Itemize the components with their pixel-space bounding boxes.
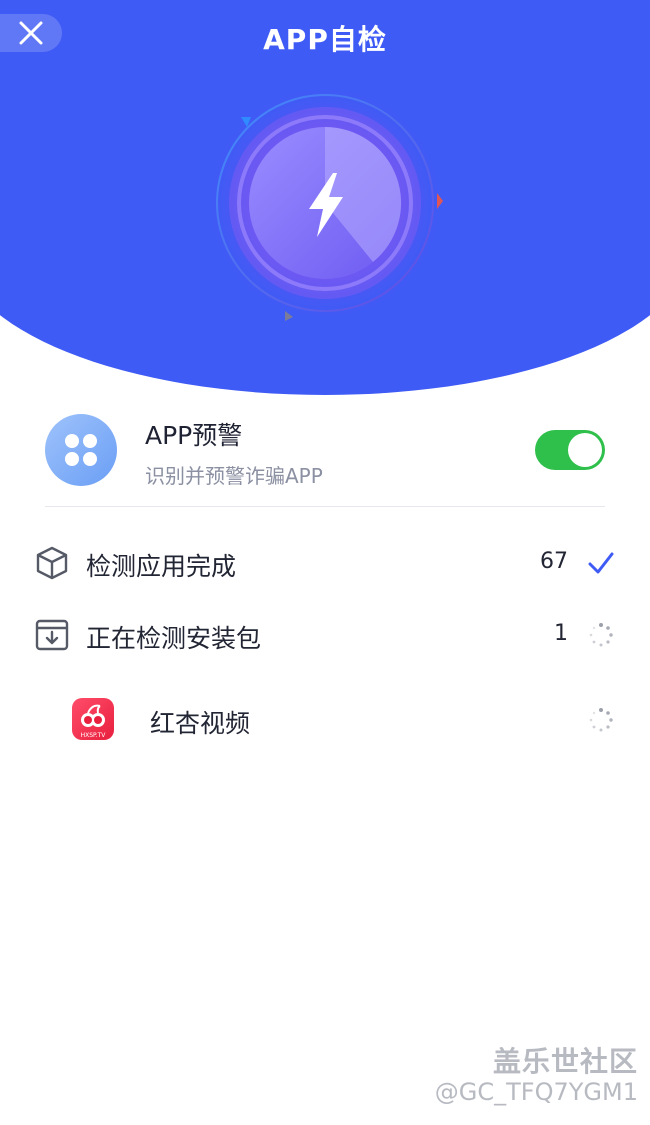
grid-icon: [65, 434, 97, 466]
app-warning-title: APP预警: [145, 421, 243, 450]
scanning-package-count: 1: [554, 621, 568, 646]
install-package-icon: [35, 619, 69, 651]
scanning-package-label: 正在检测安装包: [86, 624, 262, 653]
app-icon: HXSP.TV: [72, 698, 114, 740]
toggle-knob: [568, 433, 602, 467]
scanned-app-item: HXSP.TV 红杏视频: [0, 690, 650, 750]
scan-complete-count: 67: [540, 549, 568, 574]
app-name: 红杏视频: [150, 709, 251, 738]
cherry-icon: HXSP.TV: [81, 704, 107, 739]
app-warning-avatar: [45, 414, 117, 486]
check-icon: [588, 552, 614, 574]
scanning-package-row: 正在检测安装包 1: [0, 605, 650, 665]
scan-complete-row: 检测应用完成 67: [0, 533, 650, 593]
app-warning-card: APP预警 识别并预警诈骗APP: [45, 410, 605, 507]
scan-gauge: [205, 85, 445, 325]
app-warning-subtitle: 识别并预警诈骗APP: [145, 464, 323, 488]
cube-icon: [36, 546, 68, 580]
watermark-user: @GC_TFQ7YGM1: [434, 1078, 638, 1106]
loading-spinner-icon: [589, 708, 613, 732]
loading-spinner-icon: [589, 623, 613, 647]
watermark-brand: 盖乐世社区: [492, 1045, 638, 1078]
scan-complete-label: 检测应用完成: [86, 552, 237, 581]
page-title: APP自检: [263, 23, 387, 56]
app-icon-text: HXSP.TV: [81, 732, 107, 739]
app-self-check-screen: APP自检 APP预警 识别并预警诈骗APP 检测应用完成 67 正在检测安装包…: [0, 0, 650, 1125]
app-warning-toggle[interactable]: [535, 430, 605, 470]
